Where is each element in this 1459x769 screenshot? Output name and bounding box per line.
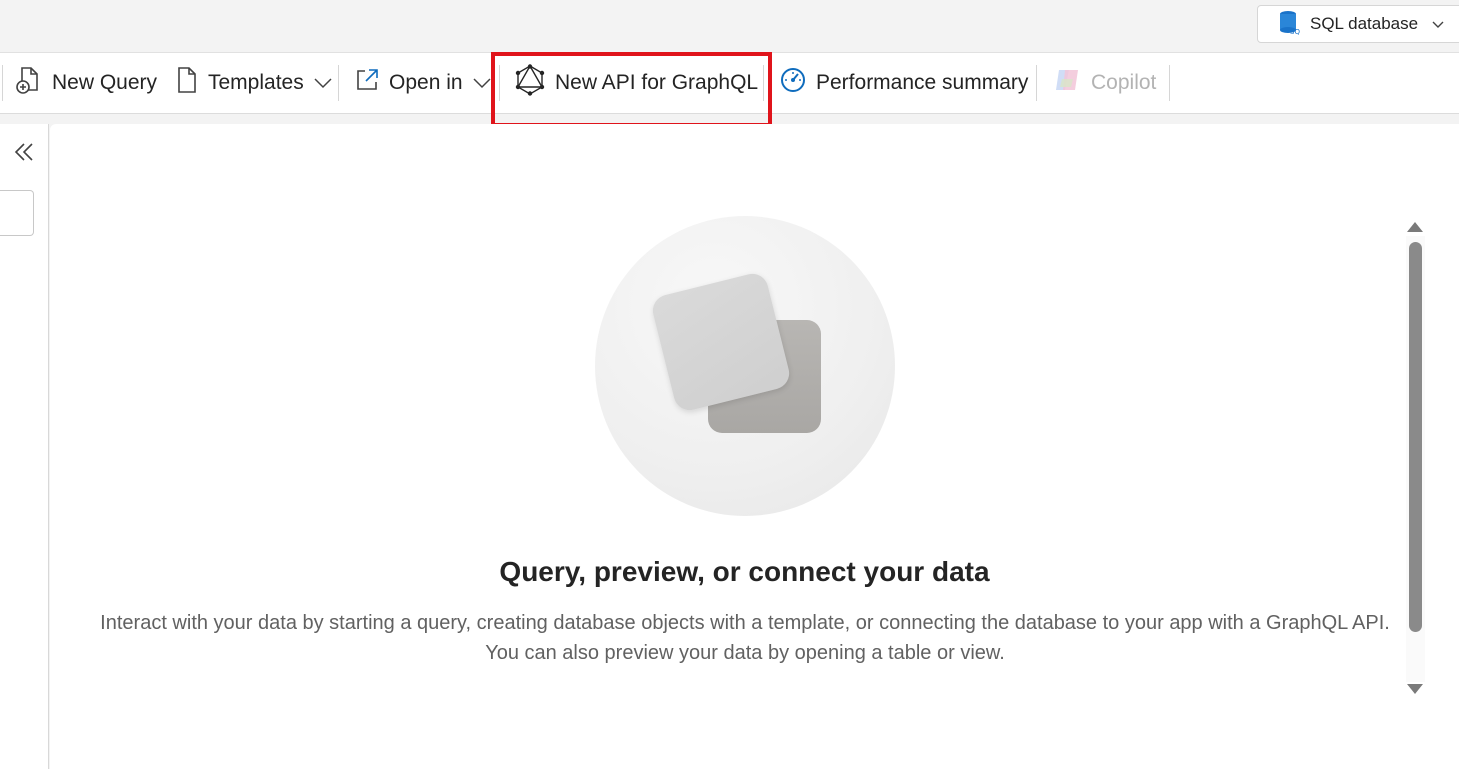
- new-query-icon: [16, 66, 42, 100]
- performance-summary-label: Performance summary: [816, 71, 1029, 94]
- templates-label: Templates: [208, 71, 304, 94]
- chevron-down-icon: [1432, 14, 1444, 34]
- scroll-down-arrow-icon[interactable]: [1407, 684, 1423, 694]
- empty-state-heading: Query, preview, or connect your data: [499, 556, 990, 587]
- document-icon: [176, 66, 198, 100]
- copilot-label: Copilot: [1091, 71, 1157, 94]
- separator: [1169, 65, 1170, 101]
- chevron-down-icon: [473, 71, 491, 95]
- database-selector[interactable]: SQL SQL database: [1257, 5, 1459, 43]
- performance-summary-button[interactable]: Performance summary: [780, 53, 1028, 113]
- svg-text:SQL: SQL: [1290, 28, 1300, 35]
- highlight-box: [491, 52, 772, 127]
- open-external-icon: [355, 68, 379, 98]
- separator: [2, 65, 3, 101]
- open-in-label: Open in: [389, 71, 463, 94]
- top-bar: SQL SQL database: [0, 0, 1459, 52]
- scrollbar-thumb[interactable]: [1409, 242, 1422, 632]
- database-icon: SQL: [1278, 9, 1304, 40]
- separator: [338, 65, 339, 101]
- templates-button[interactable]: Templates: [176, 53, 332, 113]
- copilot-icon: [1053, 67, 1081, 99]
- search-field[interactable]: [0, 190, 34, 236]
- new-query-label: New Query: [52, 71, 158, 94]
- scroll-up-arrow-icon[interactable]: [1407, 222, 1423, 232]
- gauge-icon: [780, 67, 806, 99]
- object-explorer-panel: [0, 124, 49, 769]
- separator: [1036, 65, 1037, 101]
- open-in-button[interactable]: Open in: [355, 53, 491, 113]
- copilot-button[interactable]: Copilot: [1053, 53, 1156, 113]
- new-query-button[interactable]: New Query: [16, 53, 157, 113]
- empty-state-description: Interact with your data by starting a qu…: [100, 612, 1390, 664]
- database-selector-label: SQL database: [1310, 14, 1419, 33]
- chevron-down-icon: [314, 71, 332, 95]
- double-chevron-left-icon[interactable]: [12, 140, 36, 164]
